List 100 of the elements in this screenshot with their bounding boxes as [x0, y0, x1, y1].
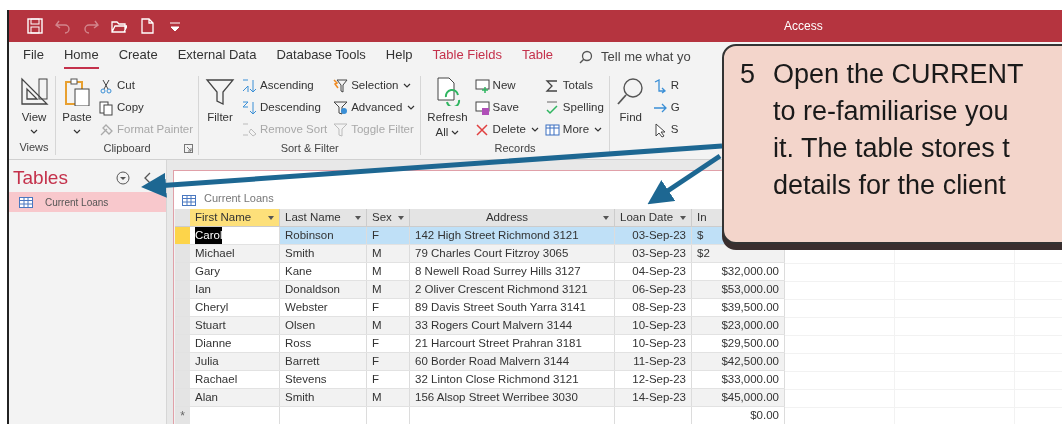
ribbon-button[interactable]: Refresh All [426, 76, 469, 140]
table-cell-text: F [372, 353, 380, 369]
ribbon-button[interactable]: Descending [242, 98, 321, 118]
table-cell-text: Robinson [285, 227, 334, 243]
table-cell-text: 33 Rogers Court Malvern 3144 [415, 317, 573, 333]
table-cell-text: Gary [195, 263, 220, 279]
table-cell-text: 03-Sep-23 [632, 245, 686, 261]
ribbon-button[interactable]: Delete [474, 120, 539, 140]
table-cell-text: 03-Sep-23 [632, 227, 686, 243]
ribbon-tab[interactable]: Create [118, 45, 158, 69]
table-cell-text: 21 Harcourt Street Prahran 3181 [415, 335, 582, 351]
table-cell-text: Alan [195, 389, 219, 405]
pane-title: Tables [13, 165, 69, 190]
ribbon-button[interactable]: Save [474, 98, 519, 118]
ribbon-button[interactable]: Selection [333, 76, 412, 96]
ribbon-button[interactable]: Copy [99, 98, 144, 118]
nav-item[interactable]: Current Loans [9, 192, 166, 212]
table-cell-text: F [372, 299, 380, 315]
table-cell-text: Olsen [285, 317, 316, 333]
column-header[interactable]: Address [485, 208, 529, 227]
table-cell-text: 14-Sep-23 [632, 389, 686, 405]
table-cell-text: $42,500.00 [721, 353, 779, 369]
table-cell-text: $53,000.00 [721, 281, 779, 297]
table-cell-text: $0.00 [750, 407, 779, 423]
search-field[interactable]: Tell me what yo [601, 47, 711, 67]
table-cell-text: Smith [285, 389, 315, 405]
ribbon-button[interactable]: View [18, 76, 50, 135]
table-cell-text: 156 Alsop Street Werribee 3030 [415, 389, 578, 405]
column-header[interactable]: In [697, 208, 707, 227]
table-cell-text: Kane [285, 263, 312, 279]
column-header[interactable]: Sex [372, 208, 392, 227]
table-cell-text: $ [697, 227, 704, 243]
table-cell-text: Smith [285, 245, 315, 261]
ribbon-button[interactable]: Find [614, 76, 647, 125]
ribbon-button[interactable]: R [652, 76, 680, 96]
callout-text: to re-familiarise you [773, 95, 1010, 128]
table-cell-text: M [372, 263, 382, 279]
table-cell-text: $45,000.00 [721, 389, 779, 405]
window-title: Access [784, 18, 823, 35]
table-cell-text: Stevens [285, 371, 327, 387]
table-cell-text: 10-Sep-23 [632, 317, 686, 333]
column-header[interactable]: Loan Date [620, 208, 674, 227]
table-cell-text: Cheryl [195, 299, 229, 315]
ribbon-tab[interactable]: External Data [177, 45, 257, 69]
ribbon-tab[interactable]: Table Fields [432, 45, 502, 69]
table-cell-text: Dianne [195, 335, 232, 351]
table-cell-text: F [372, 371, 380, 387]
table-cell-text: Michael [195, 245, 235, 261]
table-cell-text: Donaldson [285, 281, 340, 297]
document-tab[interactable]: Current Loans [204, 189, 274, 206]
ribbon-button[interactable]: Spelling [544, 98, 604, 118]
table-cell-text: F [372, 335, 380, 351]
table-cell-text: 08-Sep-23 [632, 299, 686, 315]
ribbon-button[interactable]: G [652, 98, 680, 118]
table-cell-text: M [372, 317, 382, 333]
table-cell-text: Rachael [195, 371, 238, 387]
ribbon-button[interactable]: Paste [61, 76, 93, 135]
ribbon-button[interactable]: Totals [544, 76, 593, 96]
ribbon-tab[interactable]: Table [521, 45, 553, 69]
ribbon-tab[interactable]: Home [63, 45, 99, 69]
table-cell-text: Julia [195, 353, 219, 369]
ribbon-button[interactable]: New [474, 76, 516, 96]
table-cell-text: 8 Newell Road Surrey Hills 3127 [415, 263, 581, 279]
ribbon-tab[interactable]: Database Tools [276, 45, 366, 69]
ribbon-button[interactable]: Ascending [242, 76, 314, 96]
ribbon-button[interactable]: Filter [204, 76, 237, 125]
column-header[interactable]: Last Name [285, 208, 341, 227]
ribbon-button[interactable]: S [652, 120, 679, 140]
new-row-marker: * [175, 407, 190, 424]
step-number: 5 [740, 58, 756, 91]
callout-text: details for the client [773, 169, 1007, 202]
table-cell-text: 2 Oliver Crescent Richmond 3121 [415, 281, 588, 297]
table-cell-text: M [372, 389, 382, 405]
table-cell-text: $39,500.00 [721, 299, 779, 315]
table-cell-text: 142 High Street Richmond 3121 [415, 227, 579, 243]
table-cell-text: 04-Sep-23 [632, 263, 686, 279]
table-cell-text: $29,500.00 [721, 335, 779, 351]
table-cell-text: Barrett [285, 353, 320, 369]
table-cell-text: $2 [697, 245, 710, 261]
table-cell-text: 06-Sep-23 [632, 281, 686, 297]
table-cell-text: 11-Sep-23 [633, 353, 686, 369]
table-cell-text: M [372, 281, 382, 297]
table-cell-text: $23,000.00 [721, 317, 779, 333]
table-cell-text: $32,000.00 [721, 263, 779, 279]
ribbon-tab[interactable]: Help [385, 45, 413, 69]
table-cell-text: $33,000.00 [721, 371, 779, 387]
ribbon-tab[interactable]: File [23, 45, 44, 69]
table-cell-text: Webster [285, 299, 328, 315]
table-cell-text: 79 Charles Court Fitzroy 3065 [415, 245, 569, 261]
ribbon-button[interactable]: Cut [99, 76, 135, 96]
ribbon-button[interactable]: More [544, 120, 603, 140]
callout-text: it. The table stores t [773, 132, 1011, 165]
group-label: Records [494, 140, 536, 156]
ribbon-button[interactable]: Advanced [333, 98, 416, 118]
table-cell-text: 32 Linton Close Richmond 3121 [415, 371, 579, 387]
group-label: Sort & Filter [280, 140, 339, 156]
table-cell-text: Ross [285, 335, 312, 351]
table-cell-text: 60 Border Road Malvern 3144 [415, 353, 570, 369]
group-label: Clipboard [103, 140, 151, 156]
callout-text: Open the CURRENT [773, 58, 1024, 91]
